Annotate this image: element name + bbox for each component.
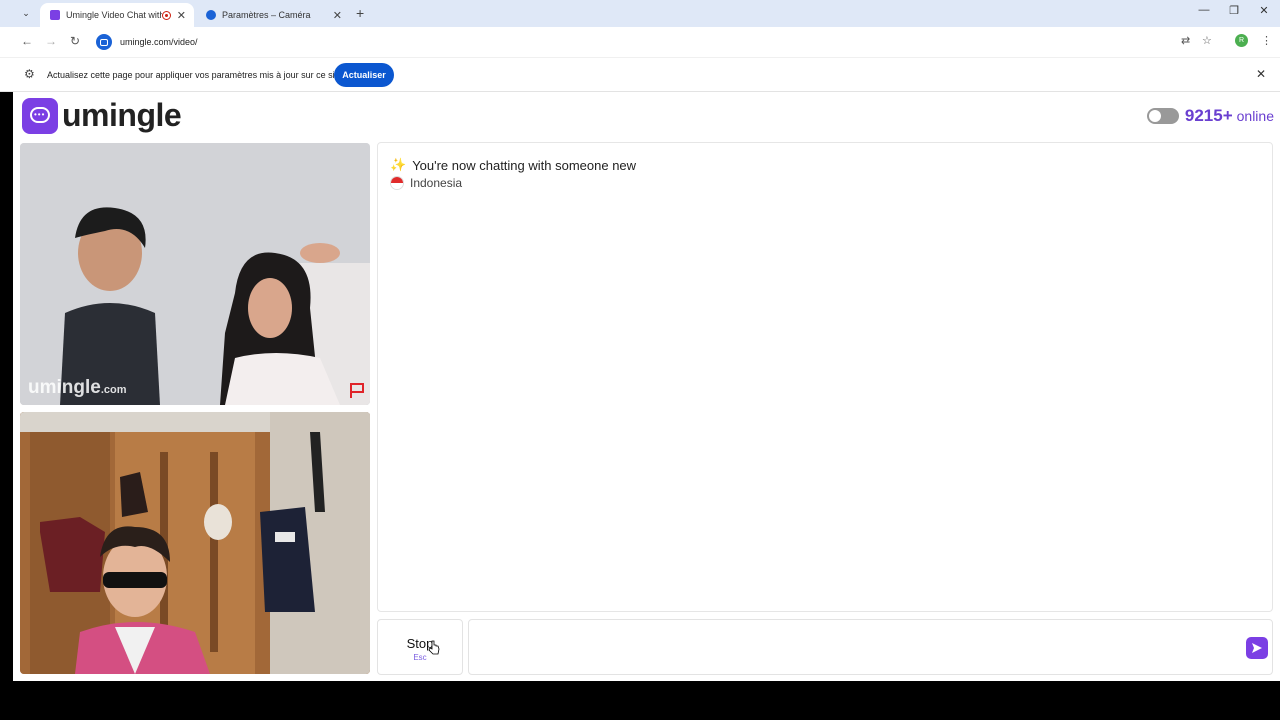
tab-title: Umingle Video Chat with St: [66, 10, 162, 20]
remote-video-frame: [20, 143, 370, 405]
local-video: [20, 412, 370, 674]
url-text: umingle.com/video/: [120, 37, 198, 47]
stop-shortcut: Esc: [413, 653, 427, 662]
tab-umingle[interactable]: Umingle Video Chat with St ✕: [40, 3, 194, 27]
sparkles-icon: ✨: [390, 157, 407, 172]
chat-log: ✨ You're now chatting with someone new I…: [377, 142, 1273, 612]
theme-toggle[interactable]: [1146, 108, 1179, 124]
remote-video: umingle.com: [20, 143, 370, 405]
translate-icon[interactable]: ⇄: [1181, 34, 1190, 47]
logo-text: umingle: [62, 97, 182, 133]
forward-arrow-icon[interactable]: →: [43, 34, 59, 48]
report-flag-icon[interactable]: [348, 381, 366, 399]
watermark-text: umingle: [28, 377, 101, 398]
tab-strip: ⌄ Umingle Video Chat with St ✕ Paramètre…: [0, 0, 1280, 27]
send-arrow-icon: [1252, 643, 1262, 653]
chat-status-text: You're now chatting with someone new: [412, 157, 637, 173]
partner-country-text: Indonesia: [410, 176, 463, 190]
new-tab-plus-icon[interactable]: +: [356, 5, 364, 21]
mouse-cursor-icon: [428, 640, 440, 655]
stop-label: Stop: [406, 636, 434, 651]
browser-toolbar: ← → ↻ umingle.com/video/ ⇄ ☆ ⋮: [0, 27, 1280, 57]
address-bar[interactable]: umingle.com/video/: [92, 30, 1280, 54]
minimize-icon[interactable]: —: [1189, 4, 1219, 16]
browser-menu-icon[interactable]: ⋮: [1261, 34, 1272, 47]
umingle-favicon-icon: [50, 10, 60, 20]
send-button[interactable]: [1246, 637, 1268, 659]
tab-parametres-camera[interactable]: Paramètres – Caméra ✕: [196, 3, 350, 27]
info-bar-close-icon[interactable]: ✕: [1256, 67, 1266, 81]
settings-gear-icon: ⚙: [24, 67, 35, 81]
site-logo[interactable]: ••• umingle: [22, 97, 182, 134]
site-info-icon[interactable]: [96, 34, 112, 50]
stop-button[interactable]: Stop Esc: [377, 619, 463, 675]
tab-close-icon[interactable]: ✕: [177, 9, 186, 22]
partner-country: Indonesia: [390, 176, 462, 190]
chat-status-line: ✨ You're now chatting with someone new: [390, 157, 636, 173]
indonesia-flag-icon: [390, 176, 404, 190]
umingle-watermark: umingle.com: [28, 377, 127, 399]
info-bar-message: Actualisez cette page pour appliquer vos…: [47, 70, 343, 80]
bookmark-star-icon[interactable]: ☆: [1202, 34, 1212, 47]
recording-indicator-icon: [161, 10, 171, 20]
window-close-icon[interactable]: ✕: [1249, 4, 1279, 17]
profile-avatar[interactable]: R: [1235, 34, 1248, 47]
local-video-frame: [20, 412, 370, 674]
message-input[interactable]: [468, 619, 1273, 675]
online-indicator: 9215+ online: [1146, 106, 1274, 126]
reload-icon[interactable]: ↻: [67, 34, 83, 48]
chat-bubble-logo-icon: •••: [22, 97, 58, 134]
settings-info-bar: ⚙ Actualisez cette page pour appliquer v…: [0, 57, 1280, 92]
tab-search-chevron-icon[interactable]: ⌄: [18, 5, 34, 21]
restore-icon[interactable]: ❐: [1219, 4, 1249, 17]
online-label: online: [1236, 108, 1274, 124]
back-arrow-icon[interactable]: ←: [19, 34, 35, 48]
settings-gear-icon: [206, 10, 216, 20]
tab-title: Paramètres – Caméra: [222, 10, 311, 20]
watermark-suffix: .com: [100, 384, 127, 396]
online-count: 9215+: [1184, 106, 1233, 125]
umingle-page: ••• umingle 9215+ online umingle.com ✨ Y…: [13, 92, 1280, 681]
tab-close-icon[interactable]: ✕: [333, 9, 342, 22]
reload-page-button[interactable]: Actualiser: [334, 63, 394, 87]
